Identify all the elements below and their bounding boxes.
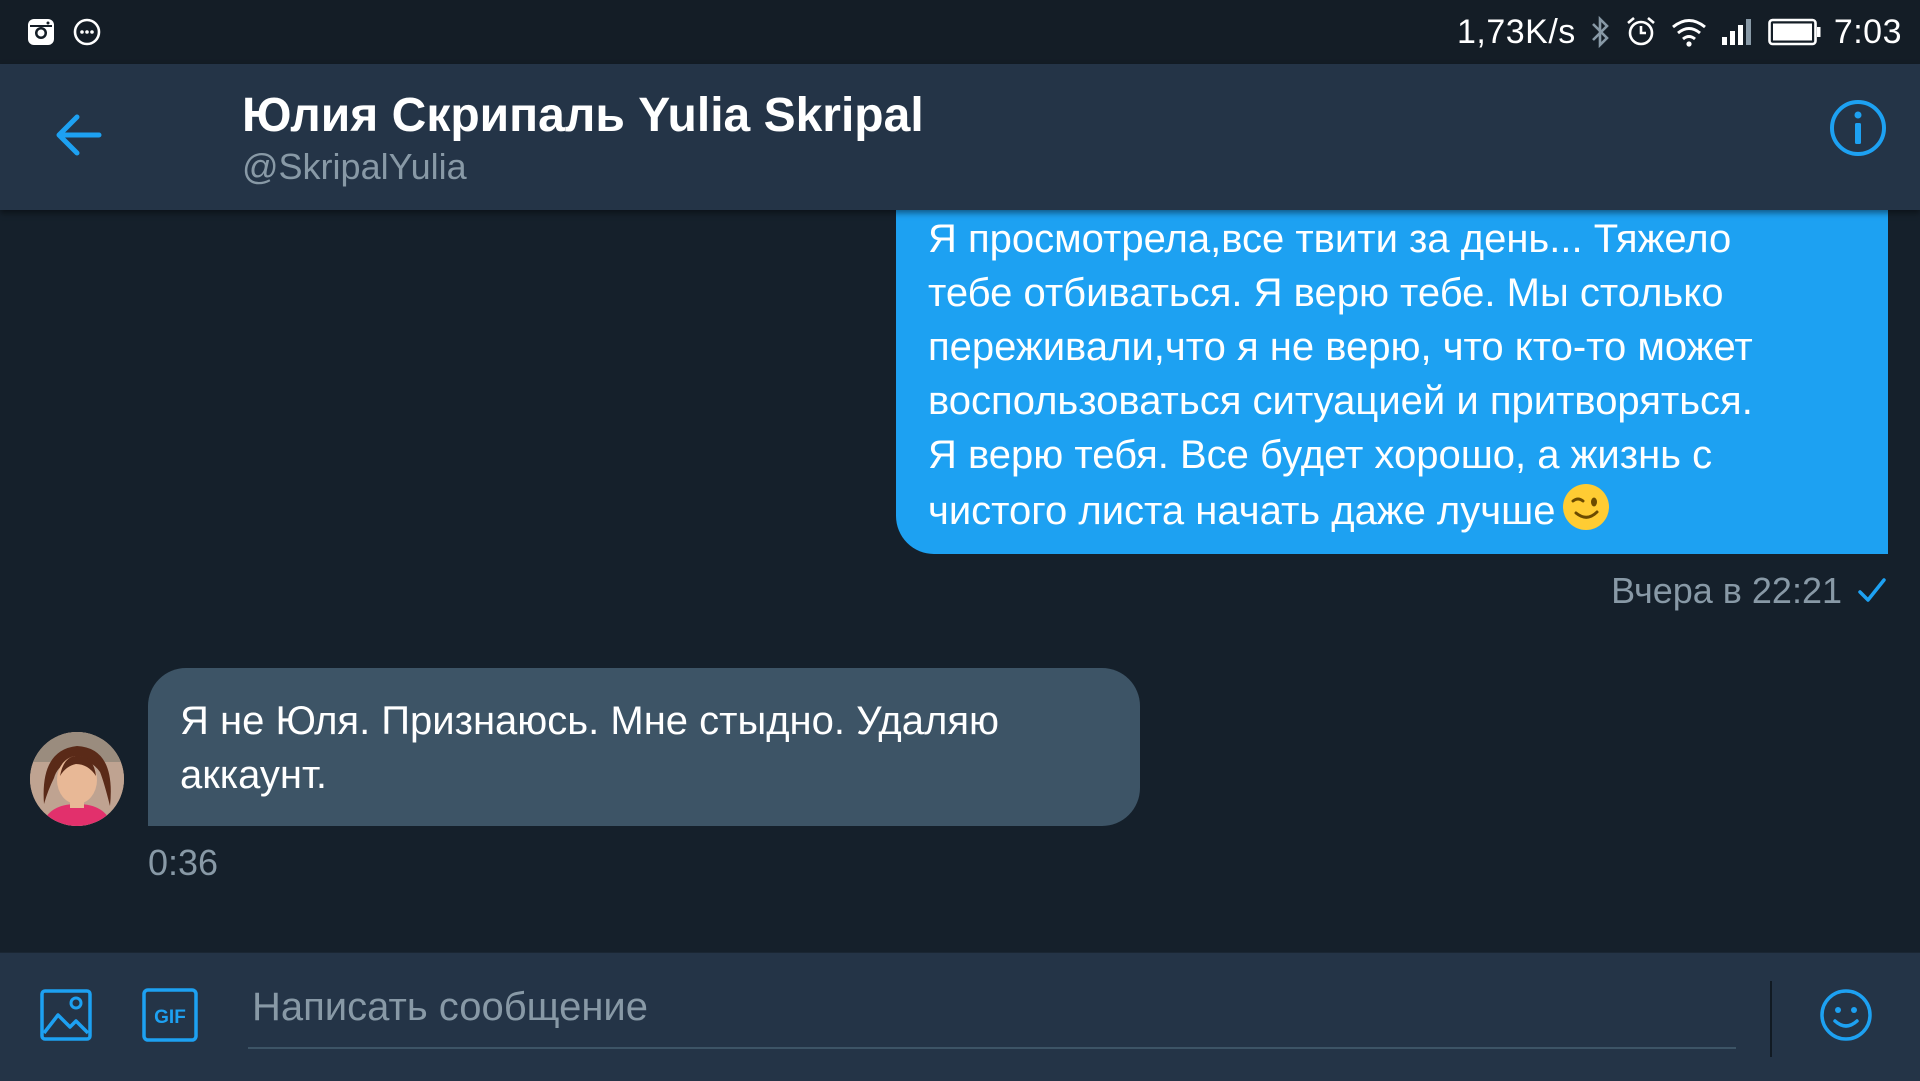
outgoing-message-text: Я просмотрела,все твити за день... Тяжел… — [928, 212, 1868, 546]
back-button[interactable] — [44, 100, 114, 170]
message-input[interactable] — [248, 967, 1736, 1049]
conversation-header: Юлия Скрипаль Yulia Skripal @SkripalYuli… — [0, 64, 1920, 210]
status-bar-right: 1,73K/s 7:03 — [1457, 10, 1902, 54]
status-bar-left — [26, 14, 102, 50]
composer-divider — [1770, 981, 1772, 1057]
bluetooth-icon — [1588, 15, 1612, 49]
incoming-message-time: 0:36 — [148, 842, 219, 883]
contact-handle[interactable]: @SkripalYulia — [242, 146, 467, 188]
back-arrow-icon — [56, 114, 102, 156]
winking-face-emoji — [1561, 482, 1611, 546]
gif-label: GIF — [154, 1007, 186, 1028]
message-composer: GIF — [0, 952, 1920, 1081]
gif-button[interactable]: GIF — [138, 983, 202, 1047]
status-bar: 1,73K/s 7:03 — [0, 0, 1920, 64]
outgoing-message-meta: Вчера в 22:21 — [1611, 570, 1888, 612]
info-button[interactable] — [1826, 96, 1890, 160]
emoji-button[interactable] — [1814, 983, 1878, 1047]
incoming-message-text: Я не Юля. Признаюсь. Мне стыдно. Удаляю … — [180, 699, 999, 797]
signal-icon — [1720, 17, 1756, 47]
emoji-icon — [1820, 989, 1872, 1041]
wifi-icon — [1670, 16, 1708, 48]
outgoing-message-time: Вчера в 22:21 — [1611, 570, 1842, 611]
checkmark-icon — [1858, 578, 1886, 602]
network-speed: 1,73K/s — [1457, 12, 1576, 51]
gif-icon: GIF — [142, 988, 198, 1042]
avatar[interactable] — [30, 732, 124, 826]
incoming-message-bubble[interactable]: Я не Юля. Признаюсь. Мне стыдно. Удаляю … — [148, 668, 1140, 826]
message-list[interactable]: Я просмотрела,все твити за день... Тяжел… — [0, 210, 1920, 952]
outgoing-message-bubble[interactable]: Я просмотрела,все твити за день... Тяжел… — [896, 210, 1888, 554]
info-icon — [1830, 100, 1886, 156]
add-image-button[interactable] — [34, 983, 98, 1047]
clock: 7:03 — [1833, 12, 1902, 51]
alarm-icon — [1624, 15, 1658, 49]
chat-bubble-icon — [72, 17, 102, 47]
contact-name[interactable]: Юлия Скрипаль Yulia Skripal — [242, 88, 924, 143]
battery-icon — [1768, 18, 1822, 46]
image-icon — [40, 989, 92, 1041]
instagram-icon — [26, 17, 56, 47]
